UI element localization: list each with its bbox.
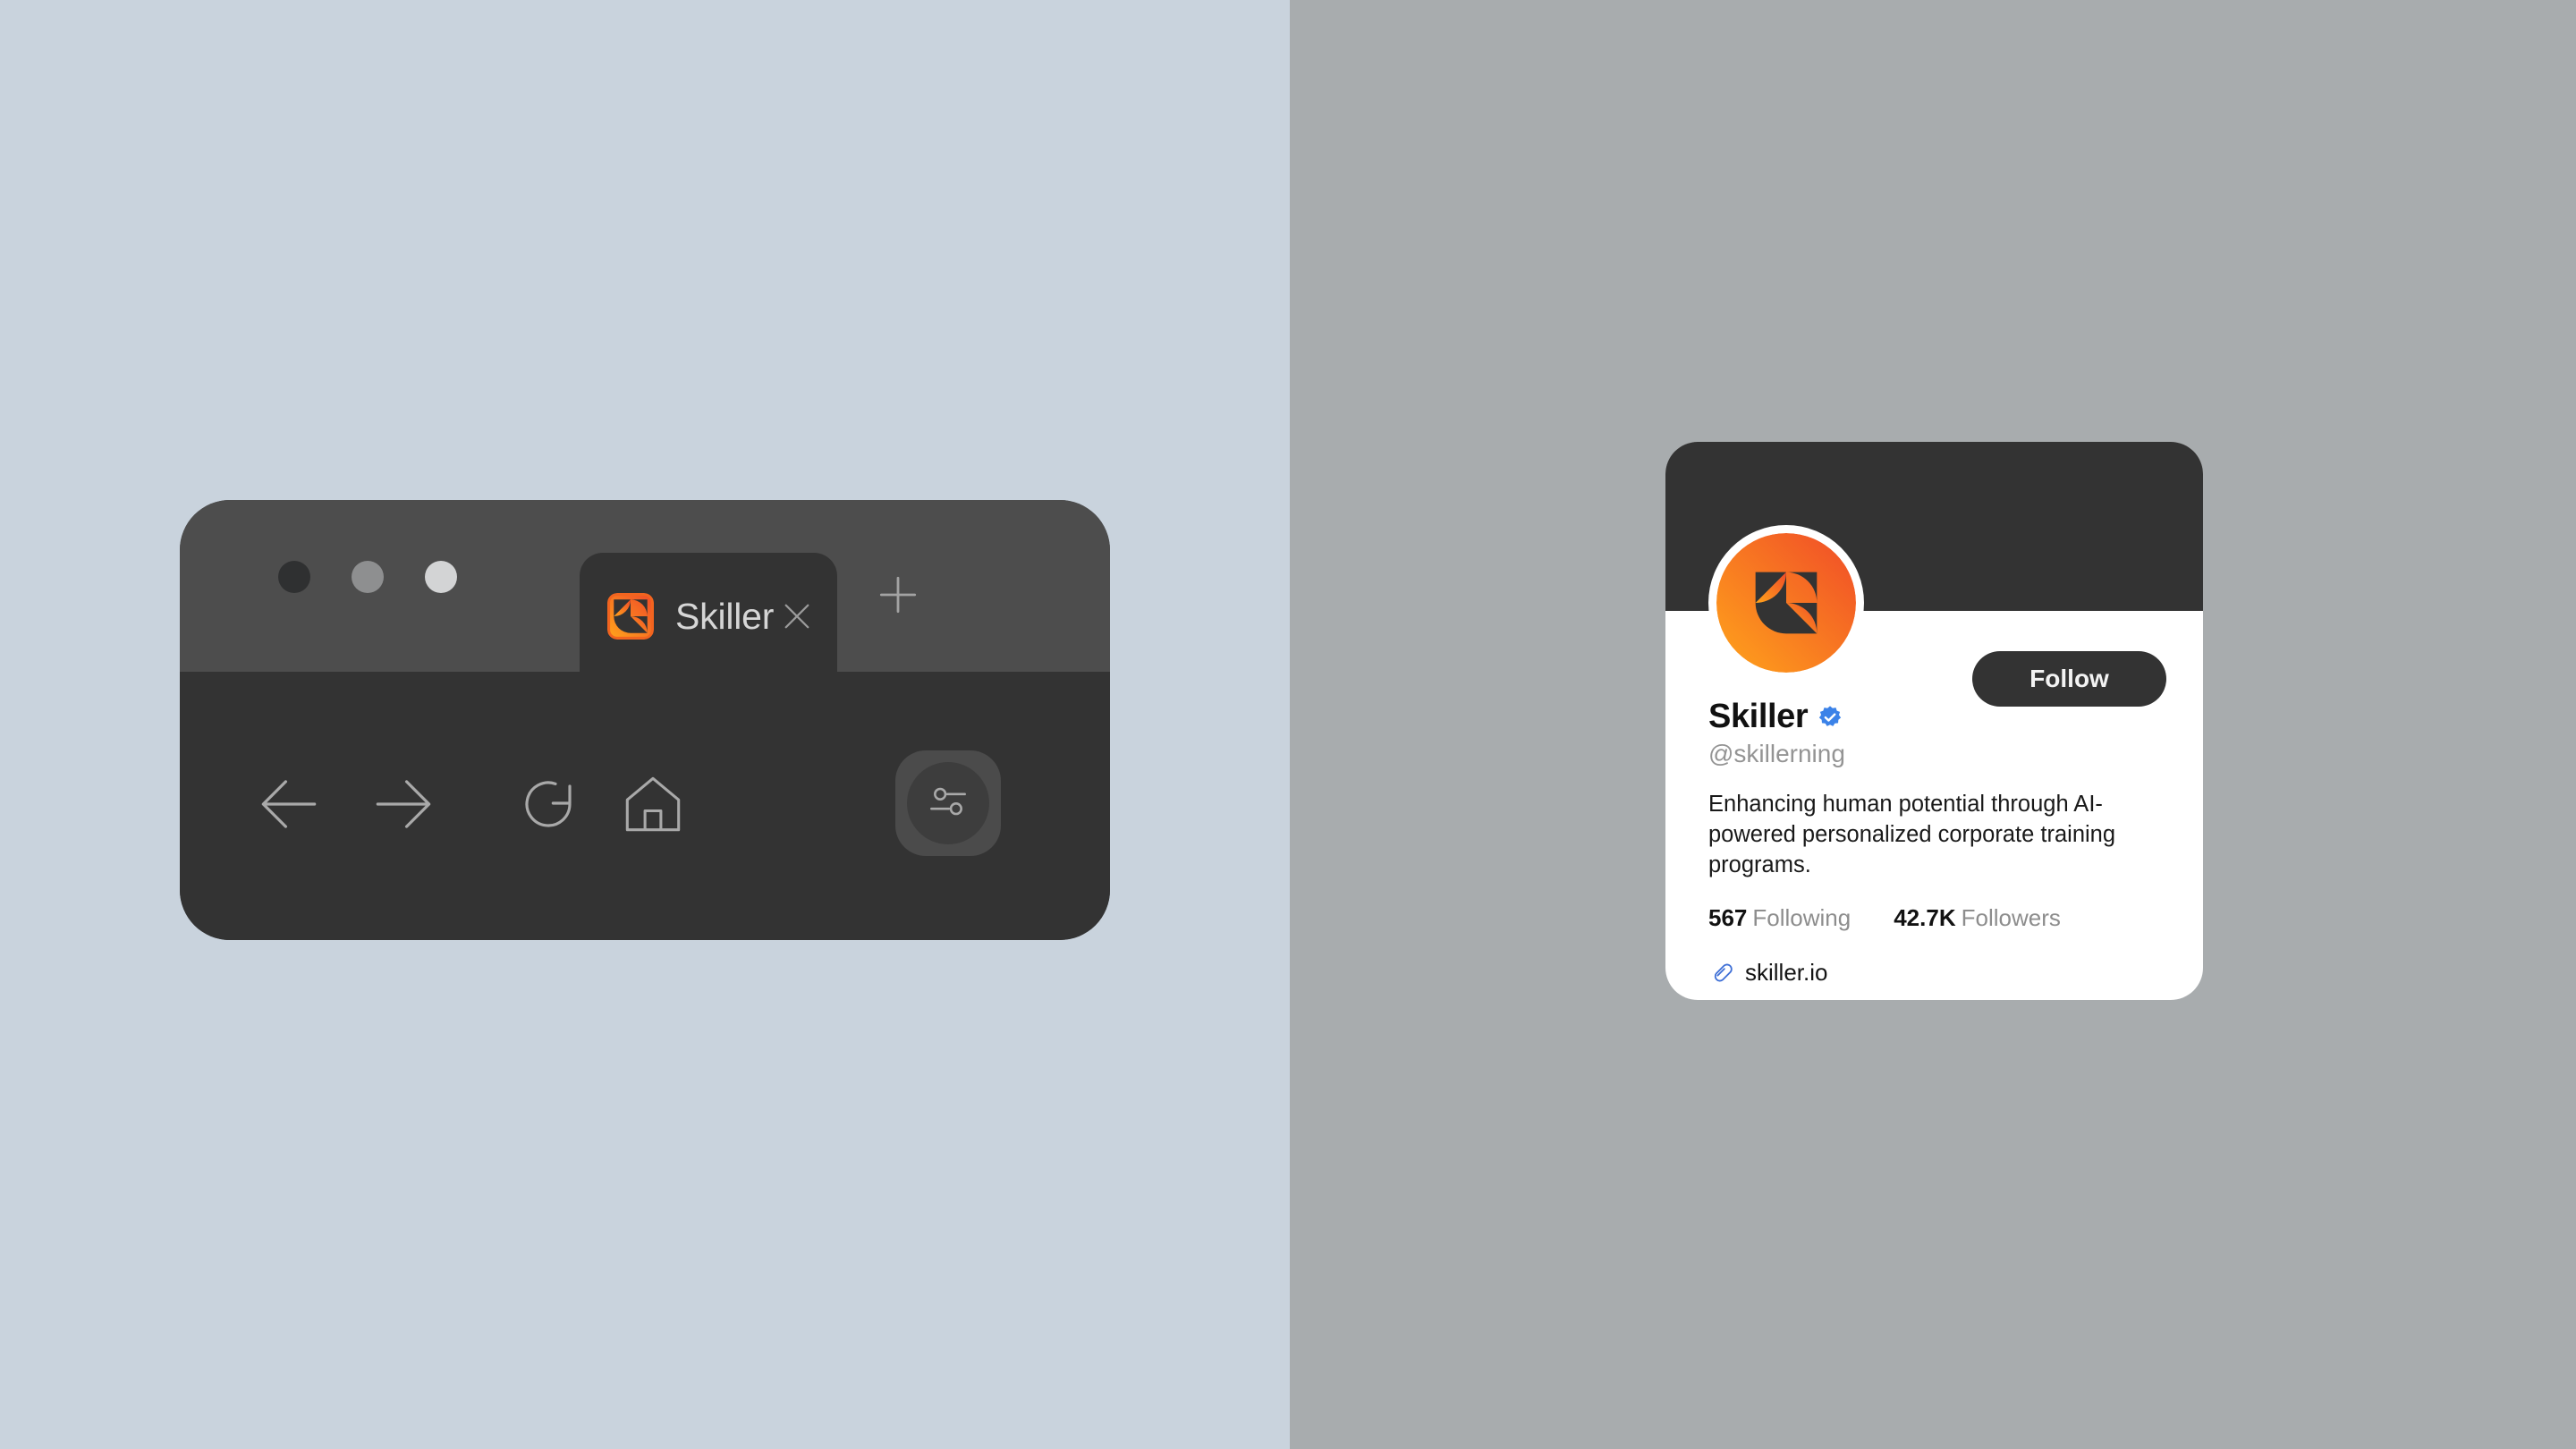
profile-bio: Enhancing human potential through AI-pow… [1708, 792, 2116, 877]
browser-tabstrip: Skiller [180, 500, 1110, 680]
minimize-dot[interactable] [352, 561, 384, 593]
profile-handle: @skillerning [1708, 739, 1845, 767]
stat-followers[interactable]: 42.7K Followers [1894, 904, 2061, 932]
window-controls [278, 561, 457, 593]
close-dot[interactable] [278, 561, 310, 593]
stat-following-label: Following [1752, 904, 1852, 932]
arrow-right-icon [365, 766, 442, 847]
browser-tab-skiller[interactable]: Skiller [580, 553, 837, 680]
sliders-icon [923, 776, 973, 831]
settings-button[interactable] [895, 750, 1001, 856]
settings-button-inner [907, 762, 989, 844]
profile-details: Skiller @skillerning Enhancing human pot… [1708, 699, 2174, 987]
profile-card: Follow Skiller @skillerning Enhancing hu… [1665, 442, 2203, 1000]
browser-toolbar [180, 672, 1110, 940]
reload-icon [513, 768, 584, 844]
skiller-logo-icon [607, 593, 654, 640]
arrow-left-icon [250, 766, 327, 847]
verified-badge-icon [1818, 705, 1843, 730]
profile-display-name: Skiller [1708, 698, 1809, 735]
paperclip-icon [1708, 960, 1734, 986]
close-icon[interactable] [778, 597, 816, 635]
home-icon [616, 767, 690, 845]
browser-window: Skiller [180, 500, 1110, 940]
follow-button[interactable]: Follow [1972, 651, 2166, 707]
profile-link-text: skiller.io [1745, 959, 1828, 987]
avatar[interactable] [1716, 533, 1856, 673]
home-button[interactable] [612, 765, 694, 847]
avatar-ring [1708, 525, 1864, 681]
back-button[interactable] [248, 765, 330, 847]
forward-button[interactable] [362, 765, 445, 847]
screenshot-canvas: Skiller Follow Skiller @skillerning Enha… [0, 0, 2576, 1449]
profile-stats: 567 Following 42.7K Followers [1708, 904, 2174, 932]
browser-tab-title: Skiller [675, 595, 775, 637]
profile-name-row: Skiller [1708, 699, 2174, 735]
stat-followers-label: Followers [1961, 904, 2061, 932]
maximize-dot[interactable] [425, 561, 457, 593]
new-tab-button[interactable] [873, 570, 923, 620]
stat-following[interactable]: 567 Following [1708, 904, 1851, 932]
stat-following-value: 567 [1708, 904, 1748, 932]
reload-button[interactable] [507, 765, 589, 847]
profile-link-row[interactable]: skiller.io [1708, 959, 2174, 987]
stat-followers-value: 42.7K [1894, 904, 1956, 932]
